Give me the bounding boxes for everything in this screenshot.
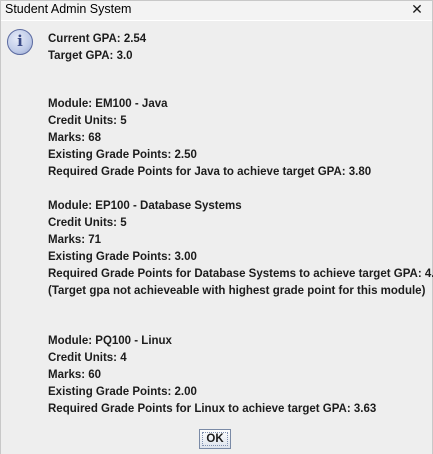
module-3-title: Module: PQ100 - Linux [48, 335, 172, 347]
info-icon: i [7, 29, 33, 55]
module-1-title: Module: EM100 - Java [48, 98, 168, 110]
ok-button[interactable]: OK [199, 429, 231, 449]
module-1-existing-grade-points: Existing Grade Points: 2.50 [48, 149, 197, 161]
module-2-credit-units: Credit Units: 5 [48, 217, 127, 229]
dialog-window: Student Admin System ✕ i Current GPA: 2.… [0, 0, 433, 454]
window-title: Student Admin System [5, 2, 132, 16]
module-3-marks: Marks: 60 [48, 369, 102, 381]
module-3-credit-units: Credit Units: 4 [48, 352, 127, 364]
module-2-title: Module: EP100 - Database Systems [48, 200, 242, 212]
module-1-credit-units: Credit Units: 5 [48, 115, 127, 127]
module-3-required-grade-points: Required Grade Points for Linux to achie… [48, 403, 377, 415]
module-2-required-grade-points: Required Grade Points for Database Syste… [48, 268, 433, 280]
module-1-marks: Marks: 68 [48, 132, 102, 144]
current-gpa: Current GPA: 2.54 [48, 33, 147, 45]
module-1-required-grade-points: Required Grade Points for Java to achiev… [48, 166, 372, 178]
message-panel: i Current GPA: 2.54 Target GPA: 3.0 Modu… [1, 21, 433, 454]
module-2-note: (Target gpa not achieveable with highest… [48, 285, 426, 297]
close-icon[interactable]: ✕ [402, 1, 432, 20]
module-2-marks: Marks: 71 [48, 234, 102, 246]
module-3-existing-grade-points: Existing Grade Points: 2.00 [48, 386, 197, 398]
module-2-existing-grade-points: Existing Grade Points: 3.00 [48, 251, 197, 263]
title-bar[interactable]: Student Admin System ✕ [1, 1, 432, 20]
target-gpa: Target GPA: 3.0 [48, 50, 133, 62]
info-icon-glyph: i [17, 32, 23, 50]
